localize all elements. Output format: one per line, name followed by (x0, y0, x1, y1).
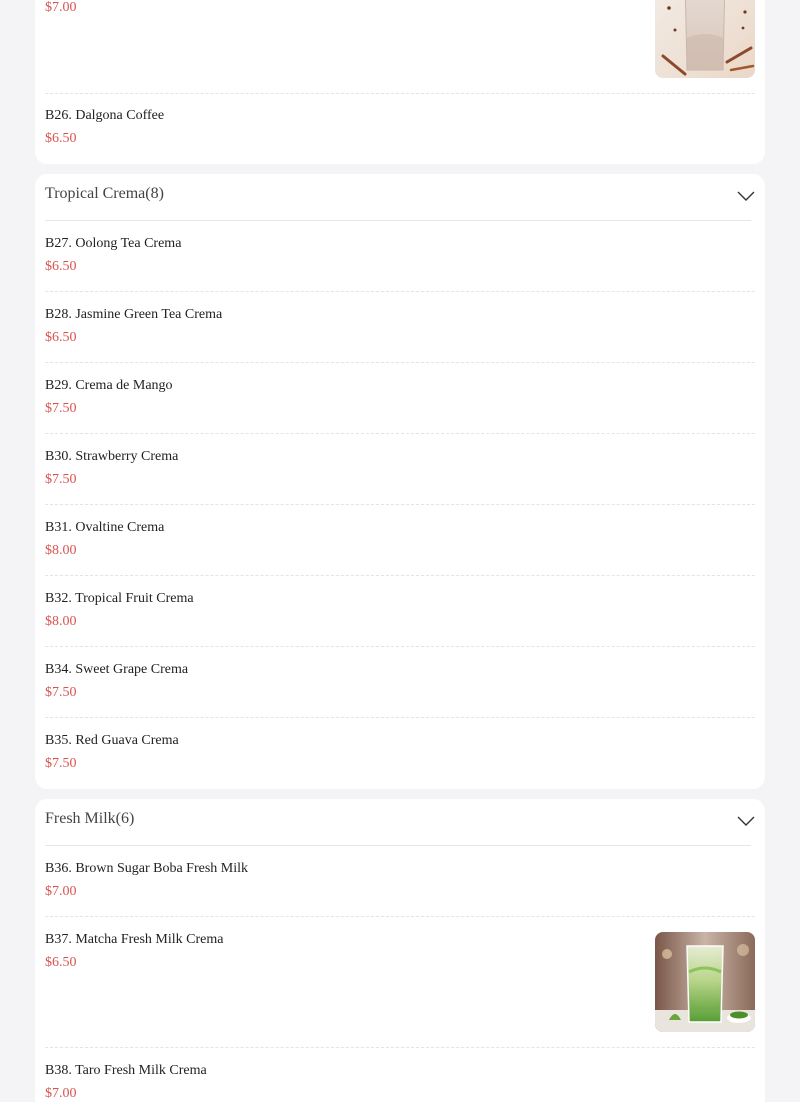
category-header[interactable]: Fresh Milk(6) (45, 799, 755, 846)
menu-item[interactable]: B27. Oolong Tea Crema $6.50 (45, 221, 755, 292)
menu-item[interactable]: B34. Sweet Grape Crema $7.50 (45, 647, 755, 718)
item-price: $6.50 (45, 259, 77, 274)
category-title: Tropical Crema(8) (45, 185, 164, 202)
tropical-crema-card: Tropical Crema(8) B27. Oolong Tea Crema … (35, 174, 765, 789)
chevron-down-icon[interactable] (737, 815, 755, 827)
item-price: $7.00 (45, 0, 77, 15)
item-price: $7.50 (45, 472, 77, 487)
item-name: B32. Tropical Fruit Crema (45, 591, 194, 606)
item-price: $7.00 (45, 884, 77, 899)
iced-latte-photo[interactable] (655, 0, 755, 78)
item-price: $7.50 (45, 401, 77, 416)
menu-page: $7.00 B26. Dalgona Coffee $6.50 Tropical… (0, 0, 800, 1102)
item-price: $6.50 (45, 330, 77, 345)
menu-item[interactable]: B35. Red Guava Crema $7.50 (45, 718, 755, 789)
item-name: B26. Dalgona Coffee (45, 108, 165, 123)
menu-item[interactable]: $7.00 (45, 0, 755, 94)
item-name: B35. Red Guava Crema (45, 733, 179, 748)
item-name: B37. Matcha Fresh Milk Crema (45, 932, 224, 947)
menu-item[interactable]: B31. Ovaltine Crema $8.00 (45, 505, 755, 576)
menu-item[interactable]: B37. Matcha Fresh Milk Crema $6.50 (45, 917, 755, 1048)
item-price: $7.50 (45, 685, 77, 700)
menu-item[interactable]: B32. Tropical Fruit Crema $8.00 (45, 576, 755, 647)
menu-item[interactable]: B38. Taro Fresh Milk Crema $7.00 (45, 1048, 755, 1102)
menu-item[interactable]: B30. Strawberry Crema $7.50 (45, 434, 755, 505)
item-name: B30. Strawberry Crema (45, 449, 179, 464)
menu-item[interactable]: B36. Brown Sugar Boba Fresh Milk $7.00 (45, 846, 755, 917)
coffee-category-card: $7.00 B26. Dalgona Coffee $6.50 (35, 0, 765, 164)
category-header[interactable]: Tropical Crema(8) (45, 174, 755, 221)
chevron-down-icon[interactable] (737, 190, 755, 202)
item-price: $6.50 (45, 955, 77, 970)
menu-item[interactable]: B29. Crema de Mango $7.50 (45, 363, 755, 434)
item-name: B27. Oolong Tea Crema (45, 236, 182, 251)
item-name: B38. Taro Fresh Milk Crema (45, 1063, 207, 1078)
matcha-drink-photo[interactable] (655, 932, 755, 1032)
item-name: B36. Brown Sugar Boba Fresh Milk (45, 861, 248, 876)
item-price: $7.50 (45, 756, 77, 771)
menu-item[interactable]: B26. Dalgona Coffee $6.50 (45, 94, 755, 164)
item-price: $8.00 (45, 543, 77, 558)
item-name: B28. Jasmine Green Tea Crema (45, 307, 223, 322)
category-title: Fresh Milk(6) (45, 810, 135, 827)
item-name: B31. Ovaltine Crema (45, 520, 165, 535)
item-price: $7.00 (45, 1086, 77, 1101)
item-price: $8.00 (45, 614, 77, 629)
menu-item[interactable]: B28. Jasmine Green Tea Crema $6.50 (45, 292, 755, 363)
fresh-milk-card: Fresh Milk(6) B36. Brown Sugar Boba Fres… (35, 799, 765, 1102)
item-name: B34. Sweet Grape Crema (45, 662, 189, 677)
item-price: $6.50 (45, 131, 77, 146)
item-name: B29. Crema de Mango (45, 378, 173, 393)
